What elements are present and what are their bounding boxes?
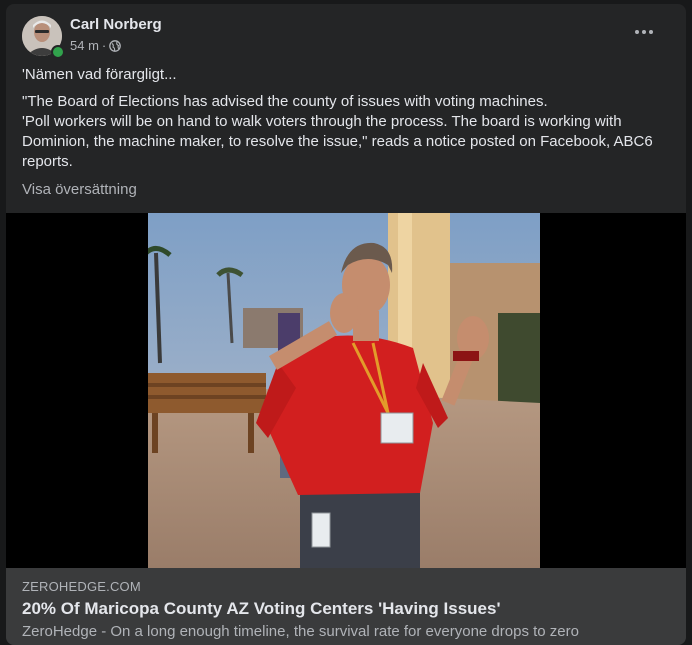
link-preview[interactable]: ZEROHEDGE.COM 20% Of Maricopa County AZ … bbox=[6, 568, 686, 645]
photo bbox=[148, 213, 540, 568]
globe-icon bbox=[109, 39, 122, 52]
more-dots-icon bbox=[635, 30, 653, 34]
post-text: 'Nämen vad förargligt... "The Board of E… bbox=[22, 65, 672, 172]
link-description: ZeroHedge - On a long enough timeline, t… bbox=[22, 623, 579, 640]
post-time[interactable]: 54 m bbox=[70, 38, 99, 53]
author-name[interactable]: Carl Norberg bbox=[70, 16, 162, 33]
link-title[interactable]: 20% Of Maricopa County AZ Voting Centers… bbox=[22, 599, 501, 619]
online-status-dot bbox=[51, 45, 65, 59]
link-preview-image[interactable] bbox=[6, 213, 686, 568]
post-text-line-1: 'Nämen vad förargligt... bbox=[22, 66, 177, 83]
see-translation-link[interactable]: Visa översättning bbox=[22, 181, 137, 198]
meta-separator: · bbox=[101, 38, 107, 53]
post-text-line-3: 'Poll workers will be on hand to walk vo… bbox=[22, 113, 653, 170]
post-meta: 54 m · bbox=[70, 38, 122, 53]
post-text-line-2: "The Board of Elections has advised the … bbox=[22, 93, 548, 110]
more-options-button[interactable] bbox=[626, 14, 662, 50]
post-card: Carl Norberg 54 m · 'Nämen vad förarglig… bbox=[6, 4, 686, 645]
link-domain: ZEROHEDGE.COM bbox=[22, 579, 141, 594]
post-header: Carl Norberg 54 m · bbox=[22, 14, 672, 59]
